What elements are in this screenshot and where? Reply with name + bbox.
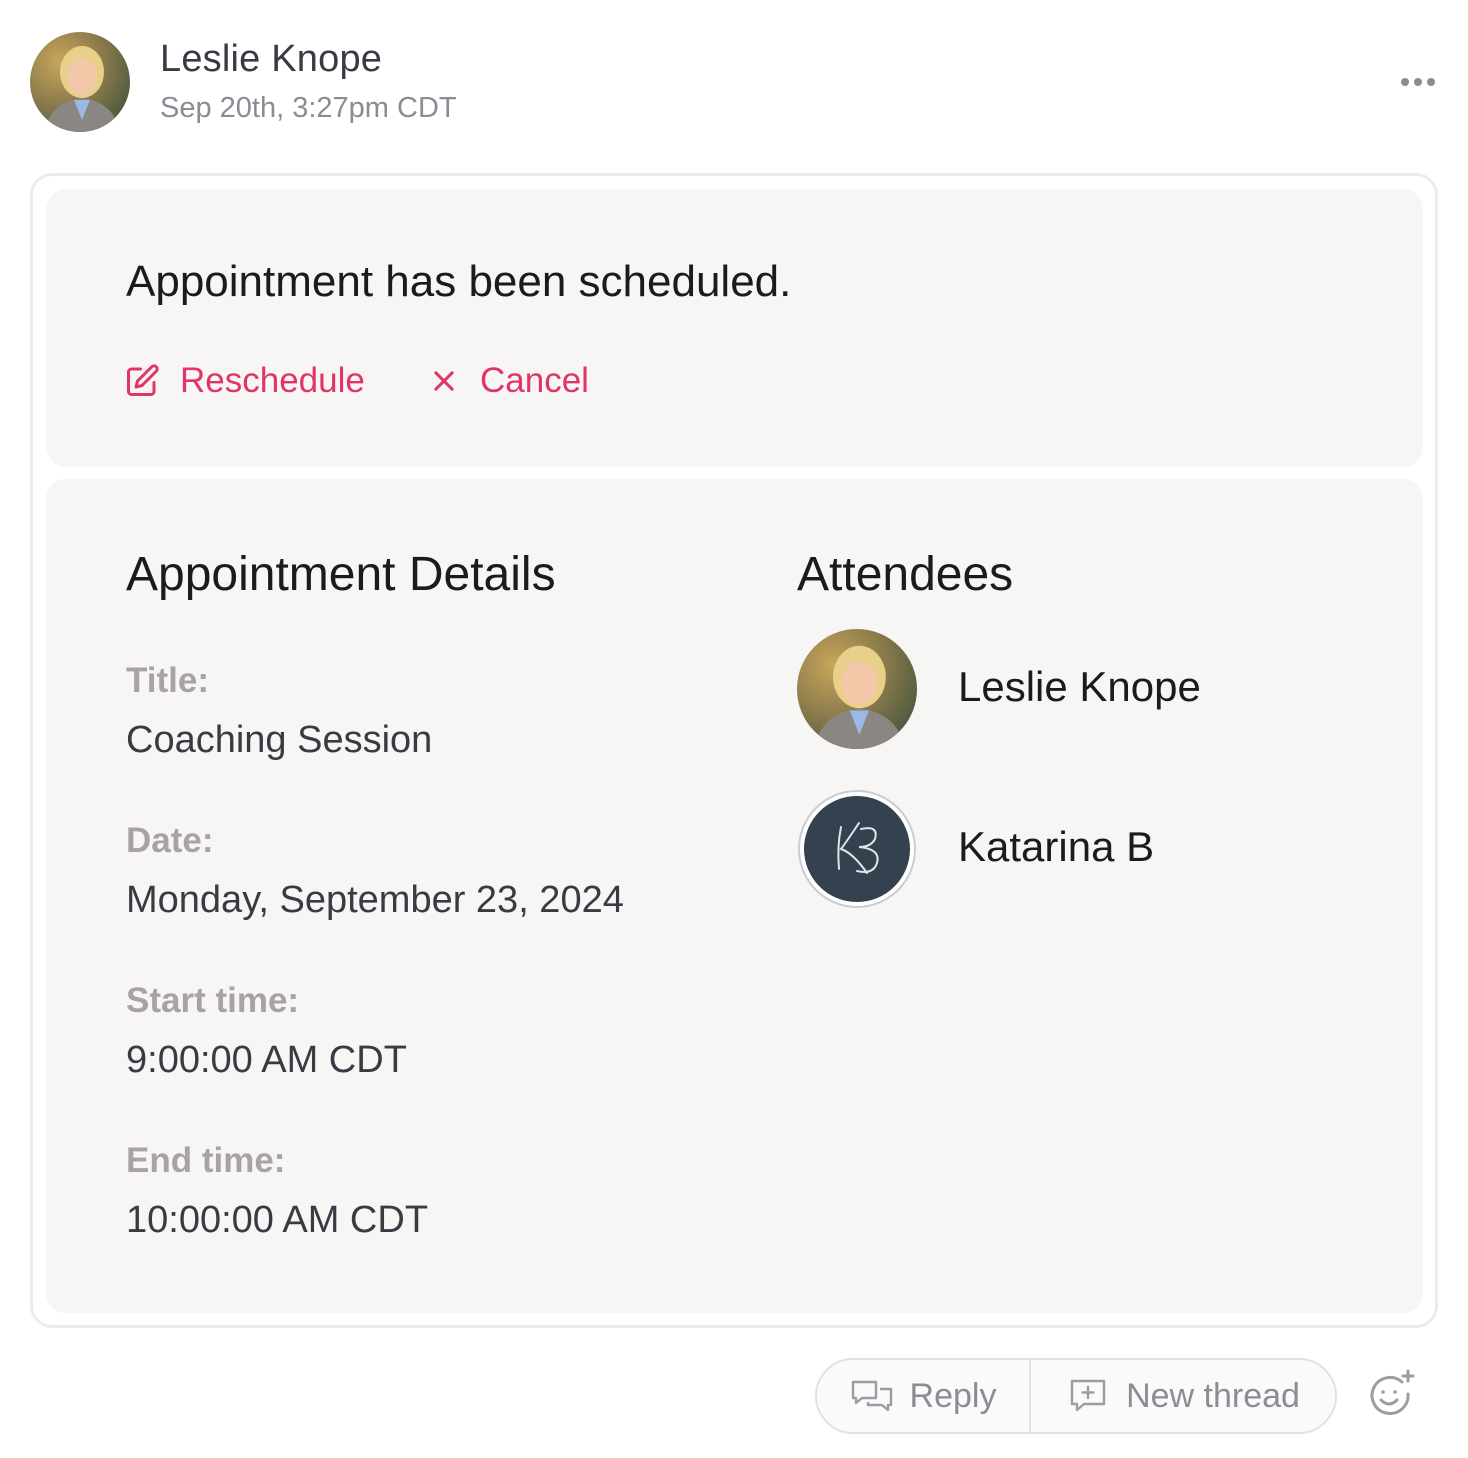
cancel-label: Cancel — [480, 361, 589, 400]
confirmation-message: Appointment has been scheduled. — [126, 257, 792, 306]
reply-button[interactable]: Reply — [817, 1360, 1031, 1432]
appointment-card: Appointment has been scheduled. Reschedu… — [30, 173, 1438, 1328]
author-avatar[interactable] — [30, 32, 130, 132]
message-timestamp: Sep 20th, 3:27pm CDT — [160, 92, 457, 124]
attendee-name: Katarina B — [958, 823, 1155, 870]
end-time-value: 10:00:00 AM CDT — [126, 1199, 429, 1241]
add-reaction-button[interactable] — [1366, 1368, 1418, 1420]
appointment-details-heading: Appointment Details — [126, 548, 556, 601]
title-value: Coaching Session — [126, 719, 433, 761]
edit-icon — [124, 363, 160, 399]
start-time-label: Start time: — [126, 981, 300, 1020]
more-options-button[interactable] — [1396, 68, 1440, 98]
chat-bubbles-icon — [850, 1378, 894, 1414]
reply-label: Reply — [909, 1376, 997, 1415]
confirmation-panel: Appointment has been scheduled. Reschedu… — [46, 189, 1423, 467]
more-horizontal-icon — [1400, 74, 1436, 92]
reschedule-button[interactable]: Reschedule — [124, 361, 365, 401]
monogram-avatar — [797, 789, 917, 909]
new-thread-button[interactable]: New thread — [1031, 1360, 1335, 1432]
message-header: Leslie Knope Sep 20th, 3:27pm CDT — [30, 32, 1440, 132]
attendee-item[interactable]: Katarina B — [797, 789, 1357, 909]
end-time-label: End time: — [126, 1141, 286, 1180]
attendee-item[interactable]: Leslie Knope — [797, 629, 1357, 749]
new-thread-label: New thread — [1126, 1376, 1300, 1415]
new-thread-icon — [1066, 1378, 1110, 1414]
attendees-heading: Attendees — [797, 548, 1014, 601]
attendee-avatar — [797, 629, 917, 749]
attendee-name: Leslie Knope — [958, 663, 1201, 710]
start-time-value: 9:00:00 AM CDT — [126, 1039, 407, 1081]
add-emoji-icon — [1366, 1369, 1418, 1424]
thread-actions: Reply New thread — [815, 1358, 1337, 1434]
title-label: Title: — [126, 661, 209, 700]
date-value: Monday, September 23, 2024 — [126, 879, 624, 921]
reschedule-label: Reschedule — [180, 361, 365, 400]
date-label: Date: — [126, 821, 214, 860]
cancel-button[interactable]: Cancel — [430, 361, 589, 401]
details-panel: Appointment Details Title: Coaching Sess… — [46, 479, 1423, 1313]
close-icon — [430, 367, 458, 395]
author-name[interactable]: Leslie Knope — [160, 38, 382, 81]
